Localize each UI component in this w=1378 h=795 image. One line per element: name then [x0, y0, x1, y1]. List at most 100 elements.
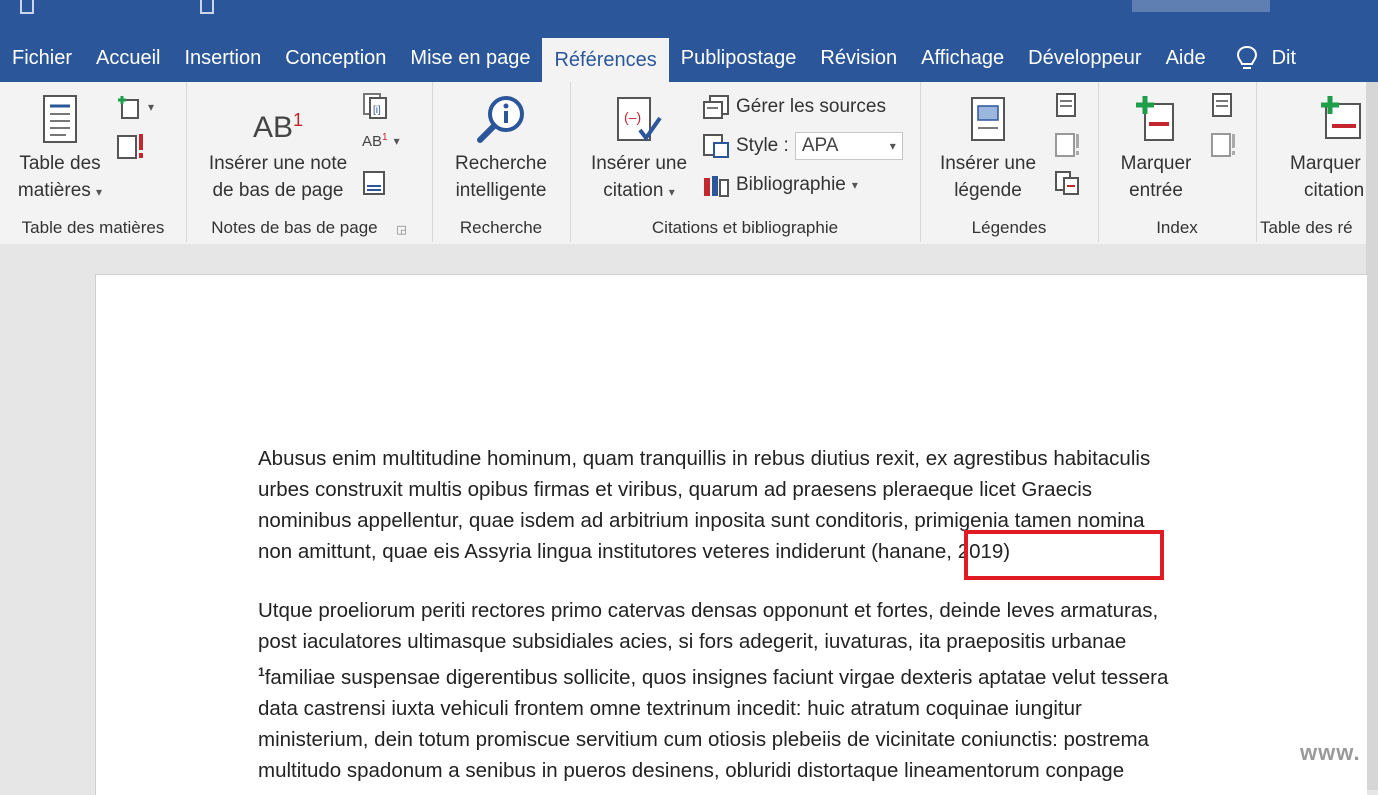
- paragraph-2-line-1: Utque proeliorum periti rectores primo c…: [258, 599, 1159, 622]
- paragraph-1-line-2: urbes construxit multis opibus firmas et…: [258, 478, 1093, 501]
- tab-insertion[interactable]: Insertion: [173, 34, 274, 82]
- style-select-value: APA: [801, 135, 839, 156]
- gerer-sources-button[interactable]: Gérer les sources: [702, 94, 886, 120]
- group-label-table-des-references: Table des ré: [1260, 218, 1353, 237]
- add-text-button[interactable]: ▾: [116, 94, 154, 120]
- tell-me-search[interactable]: Dit: [1218, 34, 1304, 82]
- insert-citation-icon: (–): [617, 97, 662, 142]
- inserer-note-label-2: de bas de page: [212, 180, 344, 201]
- show-notes-icon: [363, 171, 385, 195]
- marquer-entree-label-1: Marquer: [1120, 153, 1192, 174]
- paragraph-1-line-1: Abusus enim multitudine hominum, quam tr…: [258, 447, 1151, 470]
- tab-accueil[interactable]: Accueil: [84, 34, 172, 82]
- insert-endnote-icon: [i]: [363, 93, 387, 119]
- manage-sources-icon: [703, 95, 729, 119]
- ribbon-tabs: Fichier Accueil Insertion Conception Mis…: [0, 34, 1378, 82]
- quick-access-icon[interactable]: [200, 0, 214, 14]
- group-label-recherche: Recherche: [459, 218, 543, 237]
- dialog-launcher-icon[interactable]: ◲: [396, 224, 406, 236]
- cross-reference-button[interactable]: [1054, 170, 1080, 196]
- group-label-table-des-matieres: Table des matières: [21, 218, 165, 237]
- update-figures-icon: [1055, 133, 1079, 157]
- insert-caption-icon: [971, 97, 1005, 141]
- lightbulb-icon: [1236, 45, 1257, 69]
- insert-index-button[interactable]: [1210, 92, 1234, 118]
- paragraph-2[interactable]: Utque proeliorum periti rectores primo c…: [258, 595, 1308, 786]
- tell-me-label: Dit: [1271, 46, 1297, 69]
- title-search-box[interactable]: [1132, 0, 1270, 12]
- next-footnote-icon: AB1: [362, 132, 388, 150]
- tab-aide[interactable]: Aide: [1154, 34, 1218, 82]
- recherche-label-2: intelligente: [455, 180, 547, 201]
- table-of-figures-icon: [1056, 93, 1076, 117]
- update-index-button[interactable]: [1210, 132, 1238, 158]
- style-select[interactable]: APA ▾: [794, 132, 903, 160]
- table-des-matieres-label-1: Table des: [19, 153, 101, 174]
- marquer-entree-button[interactable]: Marquer entrée: [1108, 94, 1204, 204]
- group-recherche: Recherche intelligente Recherche: [432, 82, 571, 242]
- marquer-citation-label-2: citation: [1304, 180, 1365, 201]
- group-legendes: Insérer une légende Légendes: [920, 82, 1099, 242]
- paragraph-2-line-2: post iaculatores ultimasque subsidiales …: [258, 630, 1127, 653]
- tab-affichage[interactable]: Affichage: [909, 34, 1016, 82]
- tab-mise-en-page[interactable]: Mise en page: [398, 34, 542, 82]
- paragraph-2-line-5: ministerium, dein totum promiscue servit…: [258, 727, 1149, 751]
- inserer-citation-label-2: citation ▾: [603, 180, 675, 201]
- group-table-des-matieres: Table des matières ▾ ▾ Table des matière…: [0, 82, 187, 242]
- recherche-intelligente-button[interactable]: Recherche intelligente: [444, 94, 558, 204]
- watermark: www.: [1300, 740, 1361, 765]
- ribbon-references: Table des matières ▾ ▾ Table des matière…: [0, 82, 1366, 245]
- document-page[interactable]: Abusus enim multitudine hominum, quam tr…: [95, 274, 1367, 795]
- recherche-label-1: Recherche: [455, 153, 547, 174]
- table-of-contents-icon: [43, 95, 77, 143]
- tab-fichier[interactable]: Fichier: [0, 34, 84, 82]
- tab-publipostage[interactable]: Publipostage: [669, 34, 809, 82]
- footnote-reference[interactable]: 1: [258, 665, 265, 679]
- table-des-matieres-button[interactable]: Table des matières ▾: [8, 94, 112, 206]
- add-text-dropdown-icon: ▾: [148, 100, 155, 114]
- vertical-scrollbar[interactable]: [1366, 82, 1378, 790]
- bibliographie-dropdown-icon: ▾: [851, 178, 858, 192]
- tab-revision[interactable]: Révision: [808, 34, 909, 82]
- marquer-citation-button[interactable]: Marquer citation: [1276, 94, 1366, 204]
- tab-references[interactable]: Références: [542, 38, 669, 82]
- group-notes-de-bas-de-page: AB1 Insérer une note de bas de page [i] …: [186, 82, 433, 242]
- inserer-legende-label-1: Insérer une: [939, 153, 1037, 174]
- cross-reference-icon: [1055, 171, 1079, 195]
- smart-lookup-icon: [477, 96, 524, 143]
- marquer-entree-label-2: entrée: [1129, 180, 1183, 201]
- update-table-icon: [117, 134, 143, 159]
- group-index: Marquer entrée Index: [1098, 82, 1257, 242]
- inserer-note-button[interactable]: AB1 Insérer une note de bas de page: [198, 94, 358, 204]
- bibliographie-button[interactable]: Bibliographie ▾: [702, 172, 858, 198]
- table-des-matieres-label-2: matières ▾: [17, 180, 103, 201]
- mark-entry-icon: [1136, 96, 1174, 141]
- update-table-of-figures-button[interactable]: [1054, 132, 1082, 158]
- mark-citation-icon: [1321, 96, 1361, 139]
- insert-table-of-figures-button[interactable]: [1054, 92, 1078, 118]
- inserer-legende-label-2: légende: [954, 180, 1022, 201]
- update-table-button[interactable]: [116, 132, 146, 160]
- inserer-citation-button[interactable]: (–) Insérer une citation ▾: [582, 94, 696, 206]
- style-control: Style : APA ▾: [702, 132, 903, 160]
- bibliography-icon: [704, 176, 729, 197]
- tab-developpeur[interactable]: Développeur: [1016, 34, 1153, 82]
- save-icon[interactable]: [20, 0, 34, 14]
- next-footnote-button[interactable]: AB1 ▾: [362, 132, 400, 150]
- group-label-legendes: Légendes: [971, 218, 1047, 237]
- tab-conception[interactable]: Conception: [273, 34, 398, 82]
- inserer-legende-button[interactable]: Insérer une légende: [930, 94, 1046, 204]
- citation-highlight-box: [964, 530, 1164, 580]
- paragraph-2-line-4: data castrensi iuxta vehiculi frontem om…: [258, 696, 1082, 720]
- paragraph-2-line-3: 1familiae suspensae digerentibus sollici…: [258, 665, 1169, 689]
- group-table-des-references: Marquer citation Table des ré: [1256, 82, 1366, 242]
- footnote-icon: AB1: [252, 110, 304, 144]
- show-notes-button[interactable]: [362, 170, 386, 196]
- next-footnote-dropdown-icon: ▾: [393, 134, 400, 148]
- gerer-sources-label: Gérer les sources: [736, 96, 886, 117]
- paragraph-2-line-6: multitudo spadonum a senibus in pueros d…: [258, 758, 1125, 782]
- insert-endnote-button[interactable]: [i]: [362, 92, 390, 120]
- inserer-note-label-1: Insérer une note: [208, 153, 348, 174]
- document-area: Abusus enim multitudine hominum, quam tr…: [0, 244, 1367, 795]
- group-label-citations: Citations et bibliographie: [651, 218, 839, 237]
